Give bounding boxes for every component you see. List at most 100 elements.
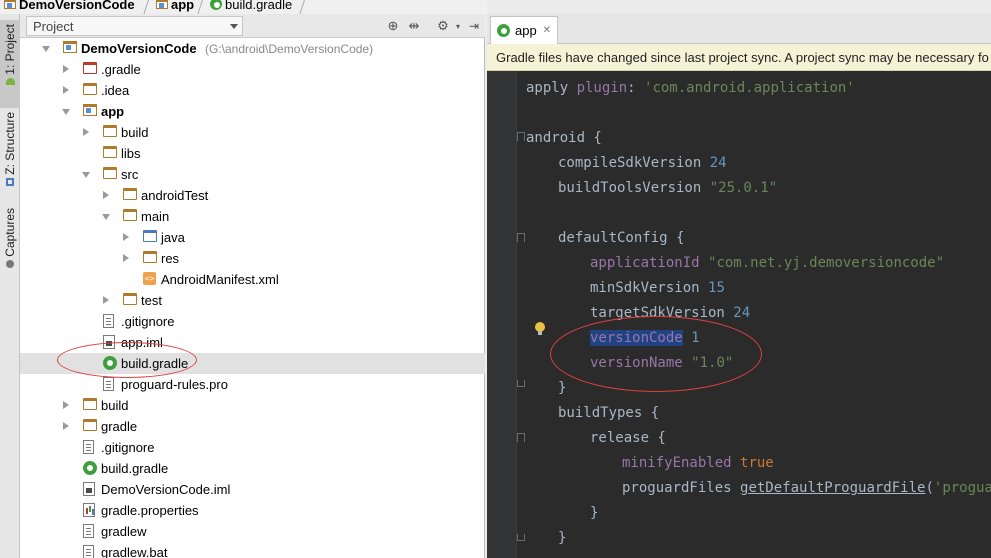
fold-marker[interactable] bbox=[517, 132, 525, 141]
tree-item[interactable]: build bbox=[20, 122, 485, 143]
fold-marker[interactable] bbox=[517, 433, 525, 442]
fold-marker[interactable] bbox=[517, 380, 525, 387]
editor-tab-bar: app ✕ bbox=[487, 14, 991, 44]
tree-item[interactable]: DemoVersionCode (G:\android\DemoVersionCo… bbox=[20, 38, 485, 59]
tree-item[interactable]: .gitignore bbox=[20, 311, 485, 332]
tree-item-label: src bbox=[121, 167, 139, 182]
breadcrumb-item-file[interactable]: build.gradle bbox=[210, 0, 292, 12]
close-icon[interactable]: ✕ bbox=[543, 25, 551, 36]
folder-icon bbox=[123, 209, 137, 221]
chevron-right-icon[interactable] bbox=[63, 401, 69, 409]
tool-tab-structure[interactable]: Z: Structure bbox=[0, 112, 20, 204]
file-icon bbox=[83, 440, 94, 454]
code-line: applicationId "com.net.yj.demoversioncod… bbox=[590, 255, 945, 271]
code-line: } bbox=[558, 530, 567, 546]
chevron-down-icon[interactable]: ▾ bbox=[450, 18, 466, 34]
tree-item[interactable]: app.iml bbox=[20, 332, 485, 353]
chevron-right-icon[interactable] bbox=[63, 422, 69, 430]
gradle-icon bbox=[210, 0, 222, 10]
tab-app[interactable]: app ✕ bbox=[490, 16, 558, 44]
chevron-right-icon[interactable] bbox=[123, 233, 129, 241]
tree-item[interactable]: .idea bbox=[20, 80, 485, 101]
chevron-down-icon[interactable] bbox=[42, 46, 50, 52]
tree-item[interactable]: main bbox=[20, 206, 485, 227]
project-view-selector[interactable]: Project bbox=[26, 16, 243, 36]
tree-item[interactable]: gradlew.bat bbox=[20, 542, 485, 558]
code-line: minifyEnabled true bbox=[622, 455, 774, 471]
tree-item[interactable]: proguard-rules.pro bbox=[20, 374, 485, 395]
folder-red-icon bbox=[83, 62, 97, 74]
tree-item[interactable]: <> AndroidManifest.xml bbox=[20, 269, 485, 290]
code-line: buildTypes { bbox=[558, 405, 660, 421]
code-editor: app ✕ Gradle files have changed since la… bbox=[487, 14, 991, 558]
tree-item[interactable]: gradle.properties bbox=[20, 500, 485, 521]
folder-icon bbox=[143, 251, 157, 263]
folder-icon bbox=[83, 83, 97, 95]
structure-icon bbox=[6, 177, 14, 186]
fold-marker[interactable] bbox=[517, 233, 525, 242]
sync-banner-text: Gradle files have changed since last pro… bbox=[496, 49, 989, 65]
code-line: versionName "1.0" bbox=[590, 355, 734, 371]
breadcrumb-item-app[interactable]: app bbox=[156, 0, 194, 12]
code-line: defaultConfig { bbox=[558, 230, 685, 246]
tool-tab-captures[interactable]: Captures bbox=[0, 208, 20, 278]
tree-item-label: gradle.properties bbox=[101, 503, 199, 518]
captures-icon bbox=[6, 259, 14, 268]
chevron-right-icon[interactable] bbox=[103, 296, 109, 304]
tree-item[interactable]: build.gradle bbox=[20, 458, 485, 479]
tool-tab-project[interactable]: 1: Project bbox=[0, 20, 20, 108]
scroll-from-source-icon[interactable]: ⊕ bbox=[385, 18, 401, 34]
tree-item[interactable]: java bbox=[20, 227, 485, 248]
code-line: release { bbox=[590, 430, 666, 446]
folder-icon bbox=[123, 188, 137, 200]
tree-item[interactable]: app bbox=[20, 101, 485, 122]
tree-item-label: main bbox=[141, 209, 170, 224]
tree-item[interactable]: libs bbox=[20, 143, 485, 164]
code-area[interactable]: apply plugin: 'com.android.application' … bbox=[526, 71, 991, 558]
tree-item[interactable]: gradlew bbox=[20, 521, 485, 542]
tree-item[interactable]: .gradle bbox=[20, 59, 485, 80]
tree-item-label: .idea bbox=[101, 83, 130, 98]
code-line: apply plugin: 'com.android.application' bbox=[526, 80, 855, 96]
breadcrumb-separator bbox=[302, 0, 310, 14]
file-icon bbox=[83, 524, 94, 538]
tree-item[interactable]: DemoVersionCode.iml bbox=[20, 479, 485, 500]
tree-item-label: .gradle bbox=[101, 62, 141, 77]
code-line: buildToolsVersion "25.0.1" bbox=[558, 180, 778, 196]
chevron-down-icon[interactable] bbox=[82, 172, 90, 178]
tree-item-label: java bbox=[161, 230, 185, 245]
fold-marker[interactable] bbox=[517, 534, 525, 541]
tool-window-stripe: 1: Project Z: Structure Captures bbox=[0, 14, 20, 558]
module-icon bbox=[83, 104, 97, 116]
tree-item-label: AndroidManifest.xml bbox=[161, 272, 279, 287]
chevron-down-icon[interactable] bbox=[102, 214, 110, 220]
chevron-right-icon[interactable] bbox=[103, 191, 109, 199]
tree-item[interactable]: build bbox=[20, 395, 485, 416]
chevron-right-icon[interactable] bbox=[63, 65, 69, 73]
chevron-right-icon[interactable] bbox=[63, 86, 69, 94]
tree-item[interactable]: .gitignore bbox=[20, 437, 485, 458]
breadcrumb-separator bbox=[146, 0, 154, 14]
tree-item[interactable]: androidTest bbox=[20, 185, 485, 206]
tree-item[interactable]: res bbox=[20, 248, 485, 269]
hide-panel-icon[interactable]: ⇥ bbox=[466, 18, 482, 34]
tree-item-label: build bbox=[101, 398, 129, 413]
module-icon bbox=[4, 0, 16, 9]
chevron-down-icon[interactable] bbox=[62, 109, 70, 115]
chevron-right-icon[interactable] bbox=[83, 128, 89, 136]
collapse-all-icon[interactable]: ⇹ bbox=[406, 18, 422, 34]
chevron-right-icon[interactable] bbox=[123, 254, 129, 262]
tree-item-label: build bbox=[121, 125, 149, 140]
tool-tab-label: Captures bbox=[3, 208, 17, 257]
tree-item[interactable]: src bbox=[20, 164, 485, 185]
tree-item-label: androidTest bbox=[141, 188, 209, 203]
gear-icon[interactable]: ⚙ bbox=[435, 18, 451, 34]
tree-item[interactable]: build.gradle bbox=[20, 353, 485, 374]
file-icon bbox=[103, 314, 114, 328]
tree-item[interactable]: gradle bbox=[20, 416, 485, 437]
breadcrumb-item-project[interactable]: DemoVersionCode bbox=[4, 0, 135, 12]
gradle-icon bbox=[497, 24, 510, 37]
tree-item-label: app.iml bbox=[121, 335, 163, 350]
tree-item[interactable]: test bbox=[20, 290, 485, 311]
tab-label: app bbox=[515, 23, 537, 38]
